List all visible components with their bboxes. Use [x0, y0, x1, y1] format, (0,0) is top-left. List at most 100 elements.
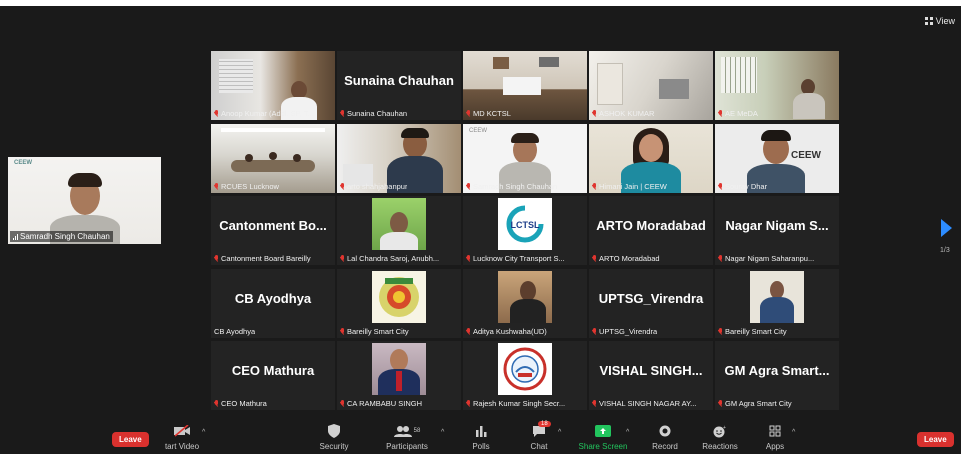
participant-tile[interactable]: CEO Mathura CEO Mathura: [211, 341, 335, 410]
start-video-button[interactable]: tart Video: [160, 423, 204, 451]
ceew-tile-logo: CEEW: [791, 149, 821, 161]
polls-button[interactable]: Polls: [466, 423, 496, 451]
participant-name: GM Agra Smart City: [725, 399, 792, 408]
share-screen-icon: [578, 423, 628, 439]
leave-button-left[interactable]: Leave: [112, 432, 149, 447]
self-view-tile[interactable]: CEEW Samradh Singh Chauhan: [8, 157, 161, 244]
participant-name: VISHAL SINGH NAGAR AY...: [599, 399, 697, 408]
mic-muted-icon: [340, 110, 345, 117]
participant-tile[interactable]: Rajesh Kumar Singh Secr...: [463, 341, 587, 410]
participant-tile[interactable]: Nagar Nigam S... Nagar Nigam Saharanpu...: [715, 196, 839, 265]
video-options-caret-icon[interactable]: ^: [202, 429, 205, 436]
participant-name-label: Cantonment Board Bareilly: [214, 254, 332, 263]
participant-name-label: arto shahjahanpur: [340, 182, 458, 191]
participant-name-label: Aditya Kushwaha(UD): [466, 327, 584, 336]
participant-tile[interactable]: Lal Chandra Saroj, Anubh...: [337, 196, 461, 265]
participant-avatar: LCTSL: [498, 198, 552, 250]
participant-name-label: Sourav Dhar: [718, 182, 836, 191]
participant-display-name: GM Agra Smart...: [724, 363, 830, 378]
participant-name: Lucknow City Transport S...: [473, 254, 565, 263]
participant-name: Sunaina Chauhan: [347, 109, 408, 118]
svg-text:+: +: [723, 425, 726, 431]
participant-display-name: UPTSG_Virendra: [598, 290, 704, 306]
participant-tile[interactable]: Cantonment Bo... Cantonment Board Bareill…: [211, 196, 335, 265]
mic-muted-icon: [214, 400, 219, 407]
participant-display-name: Nagar Nigam S...: [725, 218, 829, 233]
next-page-arrow-icon[interactable]: [941, 219, 952, 237]
meeting-toolbar: Leave tart Video ^ Security 58 Participa…: [0, 420, 961, 454]
leave-button-right[interactable]: Leave: [917, 432, 954, 447]
mic-muted-icon: [718, 182, 723, 190]
participant-tile[interactable]: Bareilly Smart City: [715, 268, 839, 338]
participant-display-name: ARTO Moradabad: [596, 218, 706, 233]
bar-chart-icon: [466, 423, 496, 439]
participant-name-label: Bareilly Smart City: [718, 327, 836, 336]
participant-tile[interactable]: MD KCTSL: [463, 51, 587, 120]
mic-muted-icon: [592, 182, 597, 190]
chat-unread-badge: 18: [538, 421, 551, 427]
participant-tile[interactable]: GM Agra Smart... GM Agra Smart City: [715, 341, 839, 410]
participant-tile[interactable]: LCTSL Lucknow City Transport S...: [463, 196, 587, 265]
mic-muted-icon: [718, 400, 723, 407]
share-caret-icon[interactable]: ^: [626, 429, 629, 436]
participant-tile[interactable]: ARTO Moradabad ARTO Moradabad: [589, 196, 713, 265]
chat-button[interactable]: 18 Chat: [524, 421, 554, 451]
participant-name-label: Lucknow City Transport S...: [466, 254, 584, 263]
participant-name: CB Ayodhya: [214, 326, 256, 336]
participant-name: RCUES Lucknow: [221, 181, 279, 191]
participant-tile[interactable]: arto shahjahanpur: [337, 123, 461, 193]
signal-icon: [13, 233, 18, 240]
participant-name: ASHOK KUMAR: [599, 109, 655, 118]
participants-button[interactable]: 58 Participants: [382, 423, 432, 451]
self-view-name: Samradh Singh Chauhan: [20, 232, 110, 241]
participant-display-name: Sunaina Chauhan: [344, 73, 454, 88]
participant-name: AE MeDA: [725, 109, 758, 118]
mic-muted-icon: [592, 400, 597, 407]
participant-tile[interactable]: Anoop Kumar (Addl. SP, T...: [211, 51, 335, 120]
chat-label: Chat: [530, 442, 548, 451]
participant-name: Rajesh Kumar Singh Secr...: [473, 399, 566, 408]
apps-label: Apps: [765, 442, 785, 451]
record-button[interactable]: Record: [650, 423, 680, 451]
participant-name-label: ARTO Moradabad: [592, 254, 710, 263]
participant-avatar: [372, 198, 426, 250]
participant-tile[interactable]: VISHAL SINGH... VISHAL SINGH NAGAR AY...: [589, 341, 713, 410]
participant-name: MD KCTSL: [473, 109, 511, 118]
participant-tile[interactable]: Himani Jain | CEEW: [589, 123, 713, 193]
view-button[interactable]: View: [924, 16, 955, 26]
participant-tile[interactable]: CB Ayodhya CB Ayodhya: [211, 268, 335, 338]
participant-tile[interactable]: UPTSG_Virendra UPTSG_Virendra: [589, 268, 713, 338]
participant-tile[interactable]: CEEW Samradh Singh Chauhan: [463, 123, 587, 193]
participant-name: Nagar Nigam Saharanpu...: [725, 254, 815, 263]
reactions-button[interactable]: + Reactions: [700, 423, 740, 452]
participant-name-label: UPTSG_Virendra: [592, 327, 710, 336]
participant-tile[interactable]: CEEW Sourav Dhar: [715, 123, 839, 193]
participant-tile[interactable]: ASHOK KUMAR: [589, 51, 713, 120]
mic-muted-icon: [214, 182, 219, 190]
start-video-label: tart Video: [164, 442, 200, 451]
participant-tile[interactable]: Bareilly Smart City: [337, 268, 461, 338]
participant-name: ARTO Moradabad: [599, 254, 660, 263]
participant-tile[interactable]: RCUES Lucknow: [211, 123, 335, 193]
participant-name-label: Anoop Kumar (Addl. SP, T...: [214, 109, 332, 118]
participants-label: Participants: [386, 442, 428, 451]
apps-button[interactable]: Apps: [760, 423, 790, 451]
participant-name-label: CA RAMBABU SINGH: [340, 399, 458, 408]
share-screen-button[interactable]: Share Screen: [578, 423, 628, 451]
participants-caret-icon[interactable]: ^: [441, 429, 444, 436]
participant-name-label: CEO Mathura: [214, 399, 332, 408]
participant-name-label: Rajesh Kumar Singh Secr...: [466, 399, 584, 408]
security-button[interactable]: Security: [314, 423, 354, 451]
participants-icon: [393, 426, 412, 437]
chat-caret-icon[interactable]: ^: [558, 429, 561, 436]
participant-tile[interactable]: AE MeDA: [715, 51, 839, 120]
apps-caret-icon[interactable]: ^: [792, 429, 795, 436]
grid-view-icon: [924, 17, 933, 25]
participant-tile[interactable]: Sunaina Chauhan Sunaina Chauhan: [337, 51, 461, 120]
participant-tile[interactable]: Aditya Kushwaha(UD): [463, 268, 587, 338]
mic-muted-icon: [592, 327, 597, 335]
record-icon: [650, 423, 680, 439]
participant-tile[interactable]: CA RAMBABU SINGH: [337, 341, 461, 410]
participant-name: arto shahjahanpur: [347, 181, 408, 191]
participant-display-name: Cantonment Bo...: [219, 218, 327, 233]
